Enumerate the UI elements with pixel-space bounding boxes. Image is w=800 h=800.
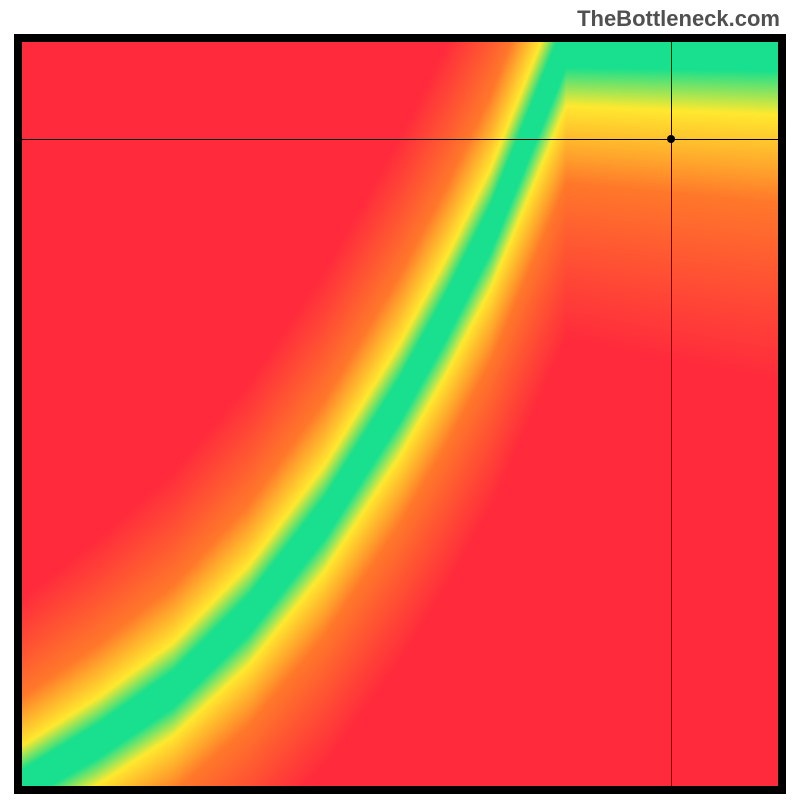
chart-container: TheBottleneck.com	[0, 0, 800, 800]
crosshair-marker-point	[667, 135, 675, 143]
crosshair-vertical	[671, 42, 672, 786]
heatmap-canvas	[22, 42, 778, 786]
crosshair-horizontal	[22, 139, 778, 140]
watermark-text: TheBottleneck.com	[577, 6, 780, 32]
heatmap-plot	[14, 34, 786, 794]
